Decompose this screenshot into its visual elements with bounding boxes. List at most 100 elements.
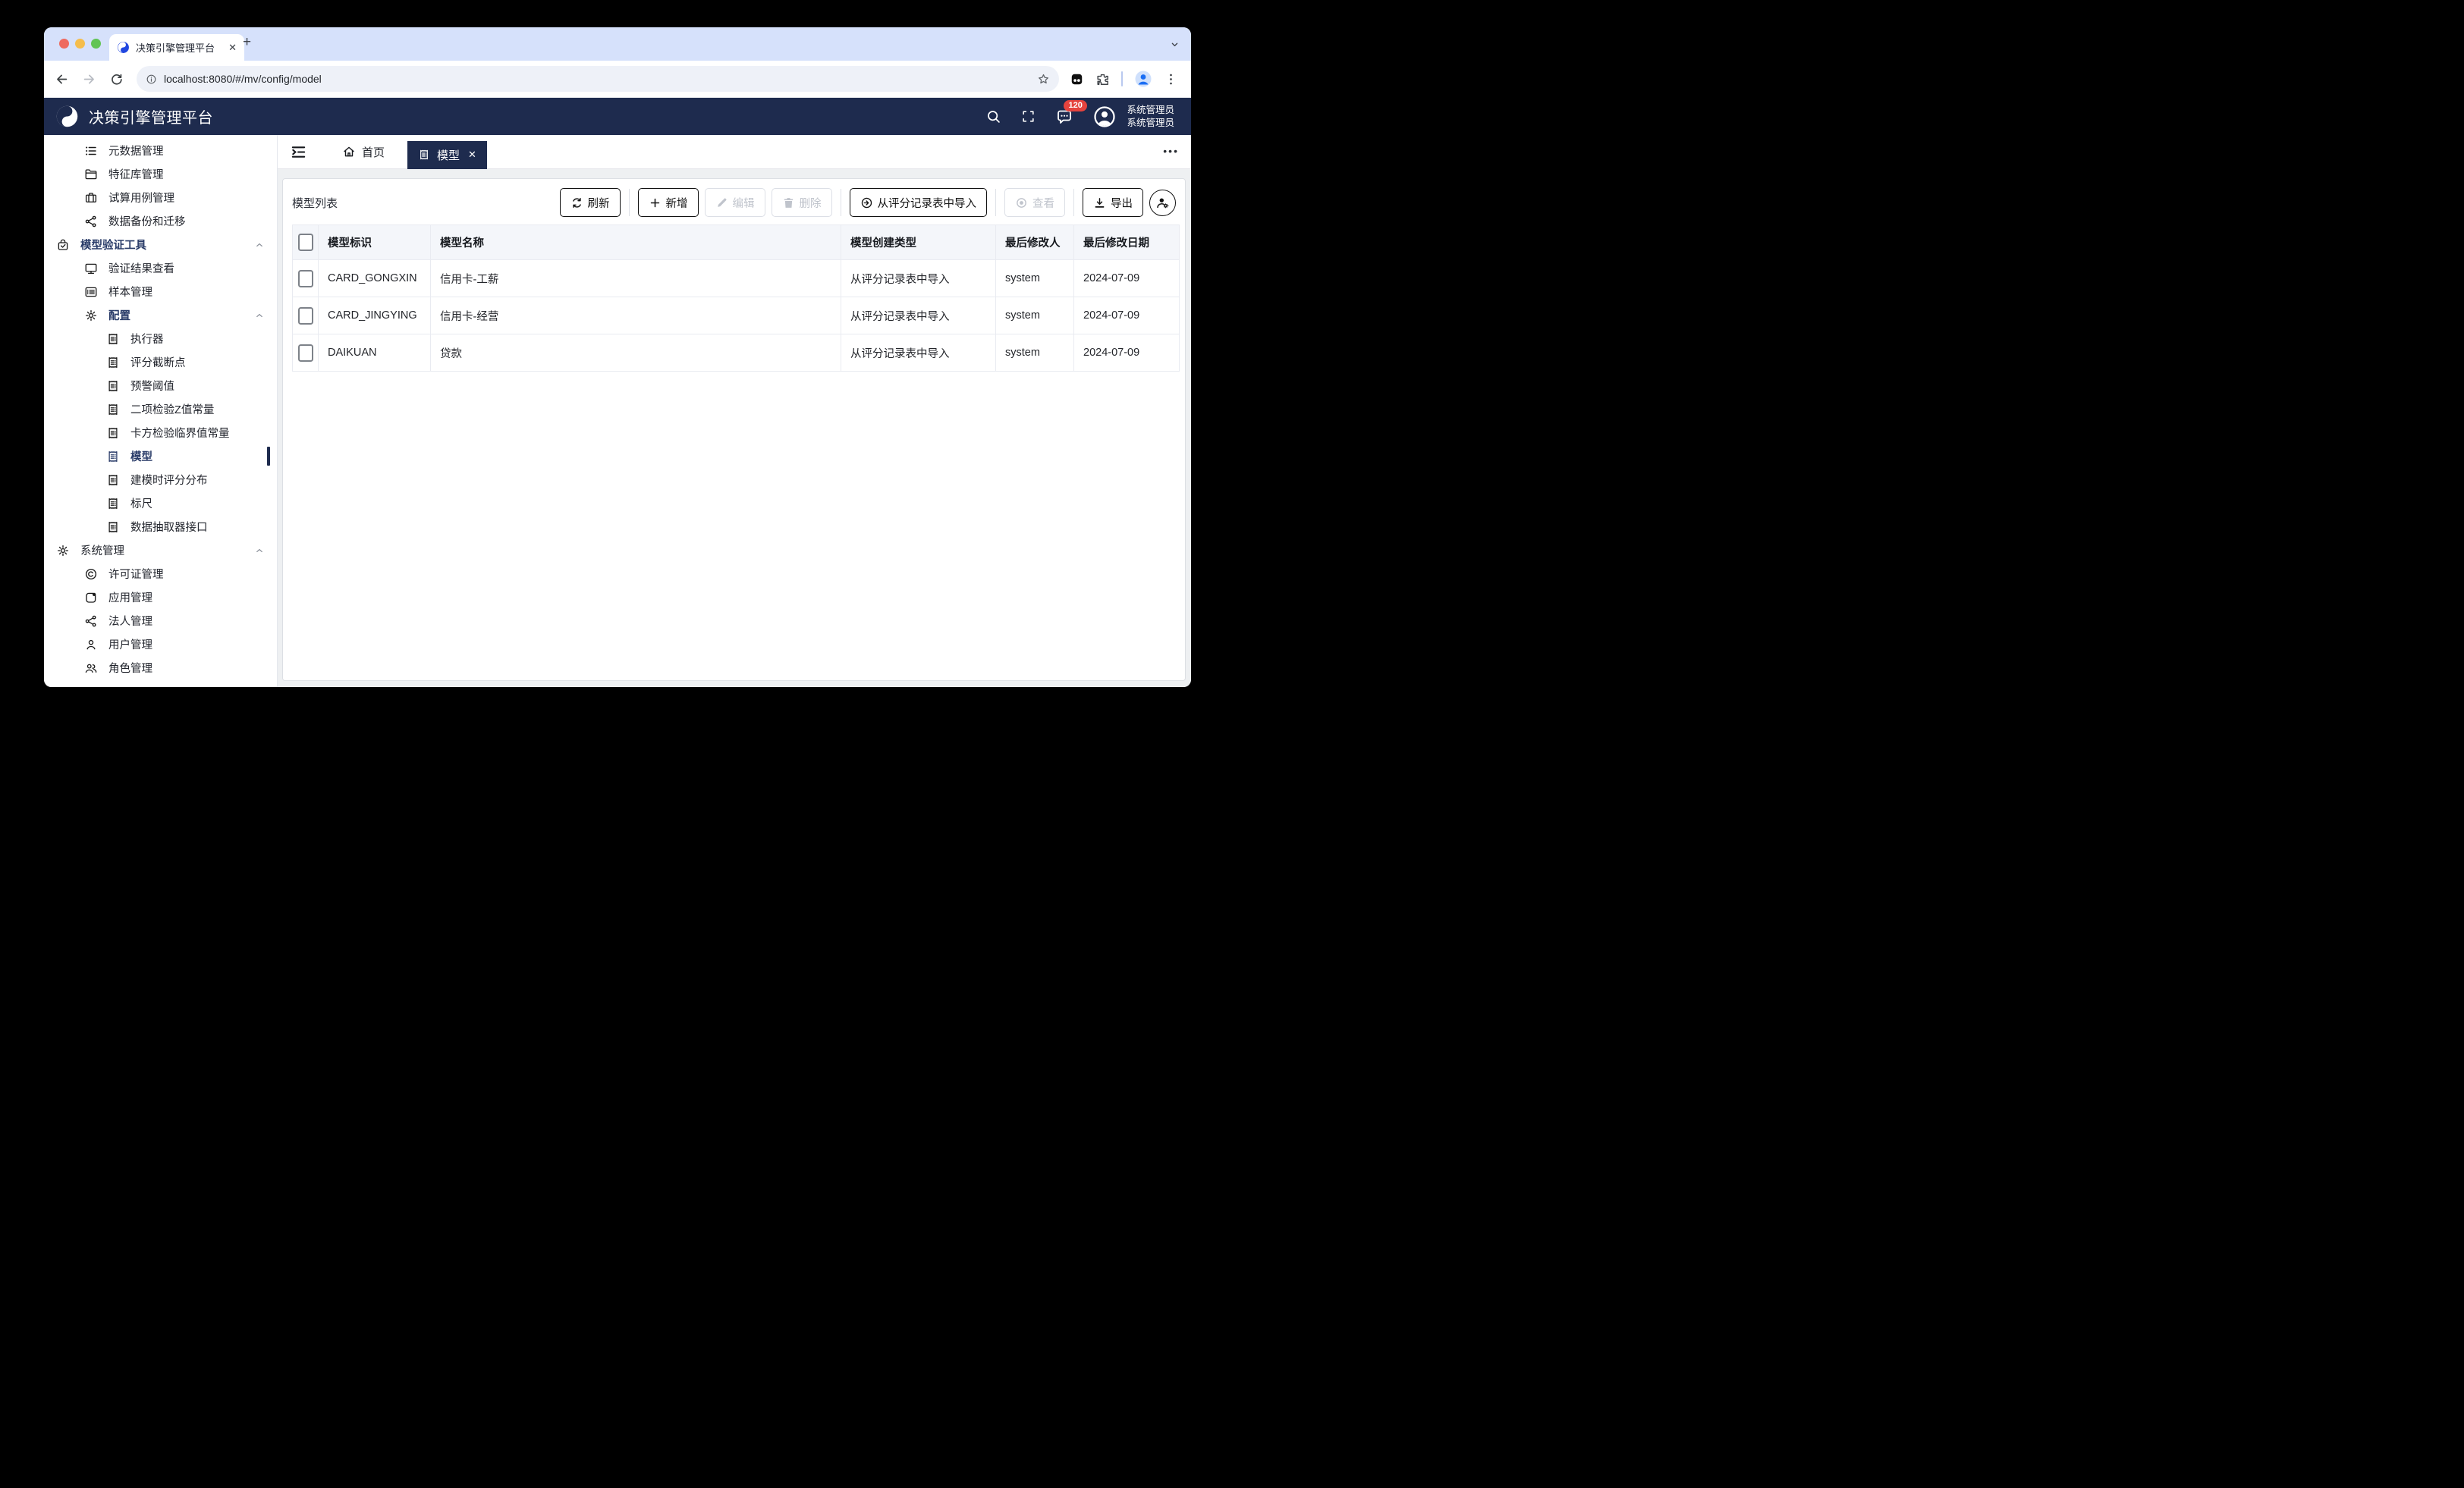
sidebar-item-label: 元数据管理 bbox=[108, 146, 164, 158]
fullscreen-icon[interactable] bbox=[1021, 109, 1036, 124]
row-checkbox[interactable] bbox=[297, 269, 313, 287]
extensions-puzzle-icon[interactable] bbox=[1095, 72, 1110, 86]
bookmark-star-icon[interactable] bbox=[1037, 73, 1050, 86]
cell-model-id: DAIKUAN bbox=[318, 334, 431, 372]
plus-icon bbox=[649, 196, 662, 209]
browser-extension-area bbox=[1070, 70, 1178, 88]
address-bar[interactable]: localhost:8080/#/mv/config/model bbox=[137, 66, 1059, 92]
sidebar-item-legal-entity-management[interactable]: 法人管理 bbox=[44, 609, 277, 633]
user-menu[interactable]: 系统管理员 系统管理员 bbox=[1127, 104, 1174, 129]
sidebar-item-feature-library[interactable]: 特征库管理 bbox=[44, 162, 277, 186]
toolbar-buttons: 刷新 新增 编辑 删除 从评分记录表中导入 查看 导出 bbox=[559, 188, 1176, 217]
sidebar-item-binomial-z-constant[interactable]: 二项检验Z值常量 bbox=[44, 397, 277, 421]
new-tab-button[interactable]: + bbox=[243, 34, 251, 51]
sidebar-item-score-cutoff[interactable]: 评分截断点 bbox=[44, 350, 277, 374]
refresh-button[interactable]: 刷新 bbox=[559, 188, 621, 217]
user-settings-button[interactable] bbox=[1149, 189, 1176, 216]
gear-icon bbox=[56, 544, 70, 557]
app-body: 元数据管理 特征库管理 试算用例管理 数据备份和迁移 模型验证工具 验证结果查看… bbox=[44, 135, 1191, 687]
sidebar-item-label: 数据备份和迁移 bbox=[108, 216, 186, 228]
search-icon[interactable] bbox=[985, 108, 1001, 124]
sidebar-item-trial-case[interactable]: 试算用例管理 bbox=[44, 186, 277, 209]
browser-menu-kebab-icon[interactable] bbox=[1164, 72, 1178, 86]
sidebar-item-system-management[interactable]: 系统管理 bbox=[44, 538, 277, 562]
receipt-icon bbox=[106, 473, 120, 487]
table-row[interactable]: CARD_JINGYING 信用卡-经营 从评分记录表中导入 system 20… bbox=[292, 297, 1180, 334]
tab-more-options-icon[interactable]: ••• bbox=[1163, 145, 1179, 157]
app-title: 决策引擎管理平台 bbox=[89, 110, 213, 127]
select-all-checkbox[interactable] bbox=[297, 234, 313, 251]
import-from-score-records-button[interactable]: 从评分记录表中导入 bbox=[849, 188, 987, 217]
sidebar-item-data-backup-migration[interactable]: 数据备份和迁移 bbox=[44, 209, 277, 233]
sidebar-item-label: 许可证管理 bbox=[108, 569, 164, 581]
browser-window: 决策引擎管理平台 ✕ + localhost:8080/#/mv/config/… bbox=[44, 27, 1191, 687]
sidebar-item-model-validation-tools[interactable]: 模型验证工具 bbox=[44, 233, 277, 256]
view-button: 查看 bbox=[1004, 188, 1065, 217]
cell-last-date: 2024-07-09 bbox=[1073, 297, 1180, 334]
extension-dots-icon[interactable] bbox=[1070, 72, 1084, 86]
sidebar-item-config[interactable]: 配置 bbox=[44, 303, 277, 327]
forward-icon[interactable] bbox=[82, 72, 96, 86]
browser-tab[interactable]: 决策引擎管理平台 ✕ bbox=[109, 34, 244, 61]
model-table: 模型标识 模型名称 模型创建类型 最后修改人 最后修改日期 CARD_GONGX… bbox=[292, 224, 1180, 372]
row-checkbox[interactable] bbox=[297, 306, 313, 325]
edit-icon bbox=[715, 196, 728, 209]
receipt-icon bbox=[106, 356, 120, 369]
cell-last-editor: system bbox=[995, 297, 1074, 334]
close-window-button[interactable] bbox=[59, 39, 69, 49]
add-button[interactable]: 新增 bbox=[637, 188, 699, 217]
sidebar-item-data-extractor-api[interactable]: 数据抽取器接口 bbox=[44, 515, 277, 538]
sidebar-item-label: 模型验证工具 bbox=[80, 240, 146, 252]
sidebar-item-validation-results[interactable]: 验证结果查看 bbox=[44, 256, 277, 280]
back-icon[interactable] bbox=[55, 72, 69, 86]
sidebar-item-role-management[interactable]: 角色管理 bbox=[44, 656, 277, 680]
window-controls bbox=[59, 39, 101, 49]
sidebar-item-warning-threshold[interactable]: 预警阈值 bbox=[44, 374, 277, 397]
collapse-sidebar-icon[interactable] bbox=[290, 143, 307, 161]
cell-model-name: 信用卡-经营 bbox=[430, 297, 841, 334]
list-title: 模型列表 bbox=[292, 196, 338, 210]
cell-last-date: 2024-07-09 bbox=[1073, 334, 1180, 372]
ordered-list-icon bbox=[84, 144, 98, 158]
export-button[interactable]: 导出 bbox=[1083, 188, 1143, 217]
sidebar-item-user-management[interactable]: 用户管理 bbox=[44, 633, 277, 656]
table-header-row: 模型标识 模型名称 模型创建类型 最后修改人 最后修改日期 bbox=[292, 224, 1180, 260]
tab-home[interactable]: 首页 bbox=[342, 144, 385, 160]
tab-model-active[interactable]: 模型 ✕ bbox=[407, 140, 487, 169]
table-row[interactable]: CARD_GONGXIN 信用卡-工薪 从评分记录表中导入 system 202… bbox=[292, 259, 1180, 297]
tab-close-icon[interactable]: ✕ bbox=[468, 149, 476, 161]
sidebar-item-chi-square-critical[interactable]: 卡方检验临界值常量 bbox=[44, 421, 277, 444]
sidebar-item-license-management[interactable]: 许可证管理 bbox=[44, 562, 277, 585]
tab-list-chevron-icon[interactable] bbox=[1169, 39, 1180, 50]
main-area: 首页 模型 ✕ ••• 模型列表 刷新 新增 编辑 删除 从评分记录表中导入 查… bbox=[278, 135, 1191, 687]
user-name: 系统管理员 bbox=[1127, 105, 1174, 116]
column-header-model-name: 模型名称 bbox=[430, 224, 841, 260]
browser-tab-strip: 决策引擎管理平台 ✕ + bbox=[44, 27, 1191, 61]
tab-model-label: 模型 bbox=[437, 149, 460, 162]
sidebar-item-model[interactable]: 模型 bbox=[44, 444, 277, 468]
table-row[interactable]: DAIKUAN 贷款 从评分记录表中导入 system 2024-07-09 bbox=[292, 334, 1180, 372]
sidebar-item-modeling-score-distribution[interactable]: 建模时评分分布 bbox=[44, 468, 277, 491]
tab-close-icon[interactable]: ✕ bbox=[228, 42, 237, 54]
zoom-window-button[interactable] bbox=[91, 39, 101, 49]
sidebar-item-label: 卡方检验临界值常量 bbox=[130, 428, 230, 440]
messages-button[interactable]: 120 bbox=[1055, 99, 1087, 126]
app-navbar: 决策引擎管理平台 120 系统管理员 系统管理员 bbox=[44, 98, 1191, 135]
cell-create-type: 从评分记录表中导入 bbox=[841, 259, 996, 297]
sidebar-item-metadata-management[interactable]: 元数据管理 bbox=[44, 139, 277, 162]
minimize-window-button[interactable] bbox=[75, 39, 85, 49]
site-info-icon[interactable] bbox=[146, 74, 157, 85]
sidebar-item-label: 样本管理 bbox=[108, 287, 152, 299]
browser-profile-avatar[interactable] bbox=[1134, 70, 1152, 88]
cell-model-name: 信用卡-工薪 bbox=[430, 259, 841, 297]
sidebar-item-executor[interactable]: 执行器 bbox=[44, 327, 277, 350]
sidebar-item-label: 标尺 bbox=[130, 498, 152, 510]
receipt-icon bbox=[106, 379, 120, 393]
sidebar-item-app-management[interactable]: 应用管理 bbox=[44, 585, 277, 609]
sidebar-item-ruler[interactable]: 标尺 bbox=[44, 491, 277, 515]
reload-icon[interactable] bbox=[109, 72, 124, 86]
sidebar-item-sample-management[interactable]: 样本管理 bbox=[44, 280, 277, 303]
user-avatar-icon[interactable] bbox=[1093, 105, 1116, 128]
row-checkbox[interactable] bbox=[297, 344, 313, 362]
sidebar-item-label: 试算用例管理 bbox=[108, 193, 174, 205]
